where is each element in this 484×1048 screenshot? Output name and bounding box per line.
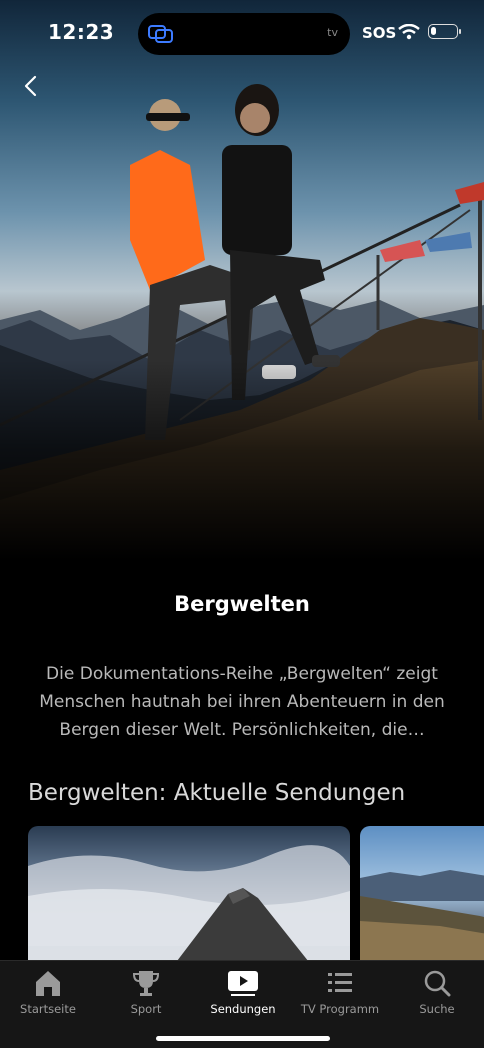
- sos-indicator: SOS: [362, 24, 397, 42]
- episode-thumbnail: [28, 845, 350, 960]
- dynamic-island: tv: [138, 13, 350, 55]
- tab-sport[interactable]: Sport: [98, 969, 194, 1019]
- tab-label: TV Programm: [300, 1002, 380, 1016]
- episode-card[interactable]: [360, 826, 484, 960]
- wifi-icon: [398, 24, 420, 40]
- battery-level: [431, 27, 436, 35]
- tab-label: Startseite: [20, 1002, 76, 1016]
- tab-label: Sendungen: [210, 1002, 276, 1016]
- episode-thumbnail: [360, 870, 484, 960]
- tab-suche[interactable]: Suche: [389, 969, 484, 1019]
- back-chevron-icon[interactable]: [20, 74, 44, 98]
- play-icon: [228, 971, 258, 996]
- episode-carousel[interactable]: [0, 826, 484, 960]
- trophy-icon: [132, 971, 160, 996]
- status-time: 12:23: [48, 20, 115, 44]
- island-tv-label: tv: [327, 26, 338, 39]
- tab-tv-programm[interactable]: TV Programm: [292, 969, 388, 1019]
- tab-bar: Startseite Sport Sendungen TV Programm S…: [0, 960, 484, 1048]
- home-indicator[interactable]: [156, 1036, 330, 1041]
- episode-card[interactable]: [28, 826, 350, 960]
- show-description[interactable]: Die Dokumentations-Reihe „Bergwelten“ ze…: [24, 660, 460, 744]
- battery-icon: [428, 24, 461, 39]
- tab-label: Suche: [419, 1002, 455, 1016]
- hero-image: [0, 0, 484, 560]
- status-bar: 12:23 tv SOS: [0, 0, 484, 64]
- list-icon: [328, 973, 352, 992]
- tab-label: Sport: [130, 1002, 162, 1016]
- home-icon: [36, 971, 60, 996]
- tab-sendungen[interactable]: Sendungen: [195, 969, 291, 1019]
- hero-gradient: [0, 360, 484, 560]
- show-title: Bergwelten: [174, 592, 310, 616]
- section-title: Bergwelten: Aktuelle Sendungen: [28, 780, 406, 806]
- search-icon: [424, 970, 451, 997]
- tab-startseite[interactable]: Startseite: [0, 969, 96, 1019]
- screen-mirroring-icon: [148, 25, 173, 43]
